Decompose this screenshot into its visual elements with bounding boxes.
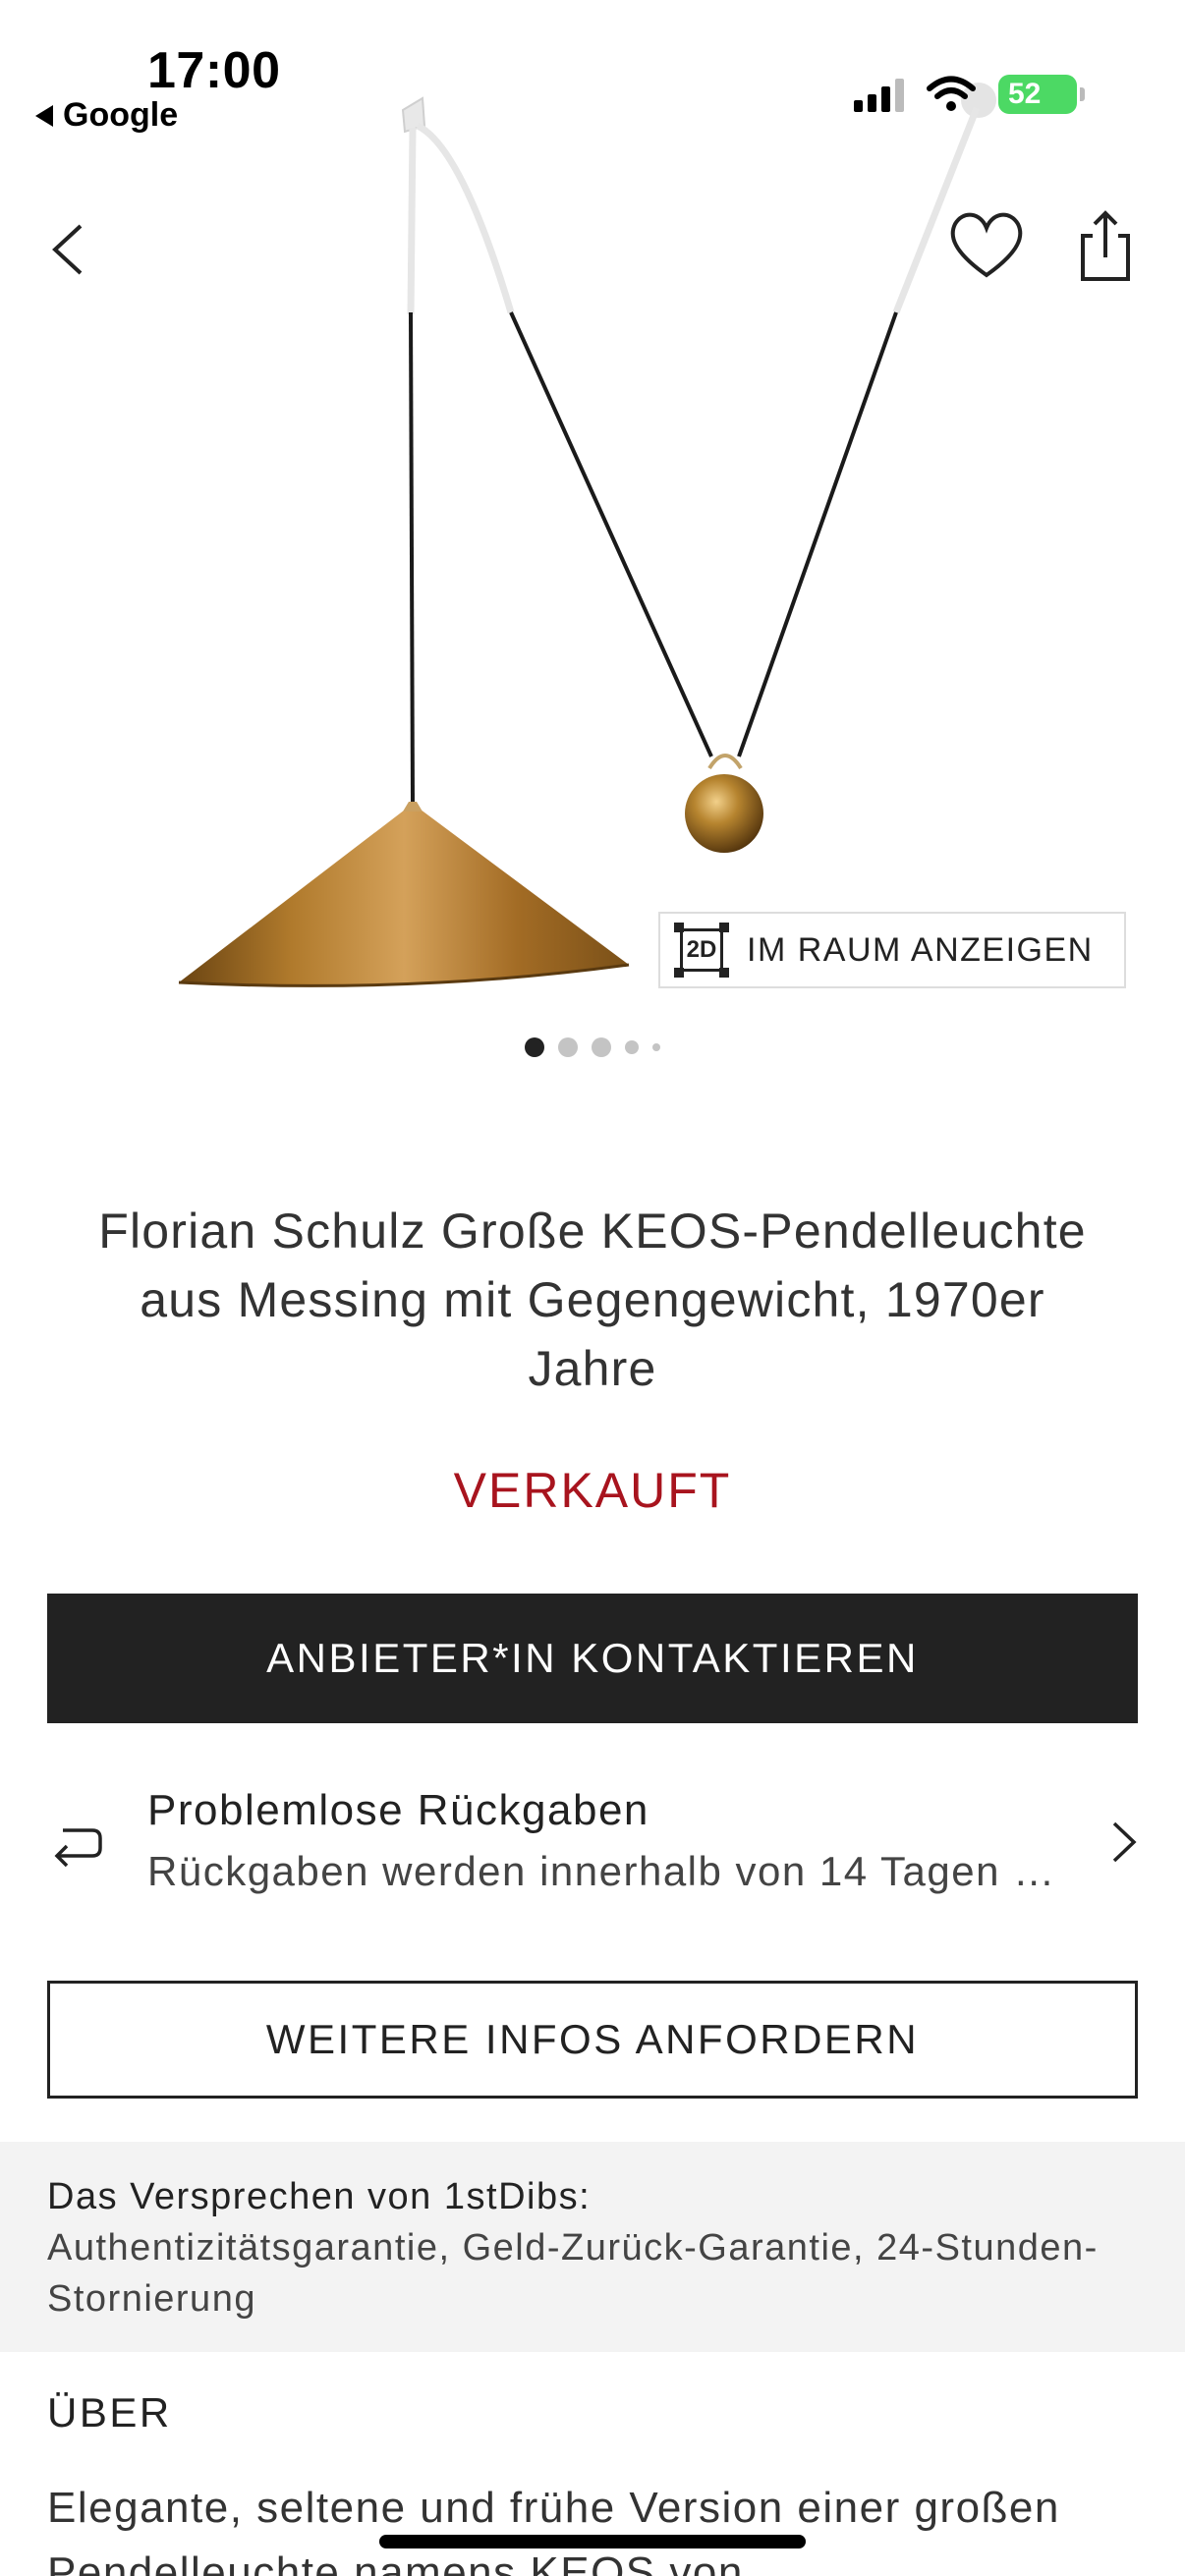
- contact-seller-button[interactable]: ANBIETER*IN KONTAKTIEREN: [47, 1594, 1138, 1723]
- about-text: Elegante, seltene und frühe Version eine…: [47, 2484, 1060, 2576]
- promise-section: Das Versprechen von 1stDibs: Authentizit…: [0, 2142, 1185, 2352]
- chevron-left-icon: [52, 224, 83, 275]
- cellular-signal-icon: [854, 77, 904, 112]
- pagination-dot[interactable]: [592, 1037, 611, 1057]
- view-in-room-icon: 2D: [674, 923, 729, 978]
- chevron-right-icon: [1079, 1818, 1138, 1867]
- favorite-button[interactable]: [945, 206, 1028, 285]
- returns-subtitle: Rückgaben werden innerhalb von 14 Tagen …: [147, 1848, 1061, 1894]
- view-in-room-label: IM RAUM ANZEIGEN: [747, 930, 1094, 969]
- sold-status: VERKAUFT: [453, 1463, 732, 1518]
- about-heading: ÜBER: [47, 2389, 172, 2436]
- back-button[interactable]: [45, 210, 94, 289]
- heart-icon: [950, 212, 1023, 278]
- returns-title: Problemlose Rückgaben: [147, 1786, 649, 1834]
- pendant-lamp-photo: [178, 83, 996, 987]
- status-time: 17:00: [147, 42, 281, 99]
- pagination-dot[interactable]: [558, 1037, 578, 1057]
- pagination-dot[interactable]: [625, 1040, 639, 1054]
- pagination-dot-active[interactable]: [525, 1037, 544, 1057]
- view-in-room-badge: 2D: [686, 936, 717, 963]
- pagination-dot[interactable]: [652, 1043, 660, 1051]
- back-triangle-icon: [35, 104, 53, 127]
- share-button[interactable]: [1073, 208, 1138, 287]
- home-indicator[interactable]: [379, 2535, 806, 2548]
- battery-icon: 52: [998, 75, 1085, 114]
- back-to-app[interactable]: Google: [35, 96, 178, 135]
- share-icon: [1081, 210, 1130, 281]
- product-image[interactable]: 2D IM RAUM ANZEIGEN: [0, 0, 1185, 1057]
- promise-title: Das Versprechen von 1stDibs:: [47, 2176, 592, 2217]
- return-arrow-icon: [47, 1793, 145, 1891]
- view-in-room-button[interactable]: 2D IM RAUM ANZEIGEN: [658, 912, 1126, 988]
- battery-level: 52: [1008, 78, 1042, 110]
- status-indicators: 52: [854, 75, 1085, 114]
- returns-info-row[interactable]: Problemlose Rückgaben Rückgaben werden i…: [47, 1768, 1138, 1916]
- gallery-pagination[interactable]: [0, 1037, 1185, 1057]
- request-info-button[interactable]: WEITERE INFOS ANFORDERN: [47, 1981, 1138, 2099]
- wifi-icon: [927, 76, 976, 111]
- product-title: Florian Schulz Große KEOS-Pendelleuchte …: [98, 1204, 1087, 1396]
- promise-text: Authentizitätsgarantie, Geld-Zurück-Gara…: [47, 2227, 1099, 2320]
- back-app-label: Google: [63, 96, 179, 134]
